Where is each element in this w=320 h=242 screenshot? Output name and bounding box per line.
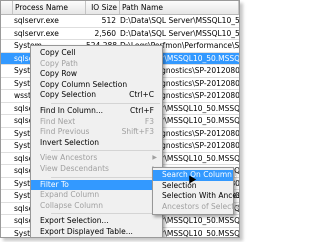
- menu-item-label: Export Displayed Table...: [40, 226, 133, 236]
- menu-item-label: Find In Column...: [40, 105, 103, 115]
- menu-item-selection-with-ancestors[interactable]: Selection With Ancestors: [153, 191, 239, 202]
- context-menu: Copy Cell Copy Path Copy Row Copy Column Se…: [30, 45, 163, 239]
- row-indicator-cell[interactable]: [1, 153, 12, 165]
- menu-item-label: Export Selection...: [40, 216, 109, 226]
- header-path-name[interactable]: Path Name: [120, 1, 239, 14]
- menu-item-copy-row[interactable]: Copy Row: [31, 69, 162, 80]
- path-name-cell[interactable]: D:\Data\SQL Server\MSSQL10_50.MSSQLSERVE: [118, 15, 239, 27]
- table-window: Process Name IO Size Path Name sqlservr.…: [0, 0, 240, 238]
- row-indicator-cell[interactable]: [1, 228, 12, 238]
- row-indicator-cell[interactable]: [1, 140, 12, 152]
- menu-item-shortcut: F3: [144, 116, 154, 126]
- menu-separator: [51, 150, 160, 152]
- row-indicator-cell[interactable]: [1, 215, 12, 227]
- row-indicator-cell[interactable]: [1, 165, 12, 177]
- row-indicator-cell[interactable]: [1, 53, 12, 65]
- row-indicator-cell[interactable]: [1, 128, 12, 140]
- menu-item-label: Find Previous: [40, 127, 90, 137]
- menu-item-copy-cell[interactable]: Copy Cell: [31, 48, 162, 59]
- menu-item-find-next[interactable]: Find Next F3: [31, 117, 162, 128]
- table-row[interactable]: sqlservr.exe 512 D:\Data\SQL Server\MSSQL1…: [1, 15, 239, 28]
- menu-item-export-selection[interactable]: Export Selection...: [31, 216, 162, 227]
- io-size-cell[interactable]: 512: [84, 15, 118, 27]
- row-indicator-cell[interactable]: [1, 178, 12, 190]
- menu-separator: [51, 176, 160, 178]
- right-arrow-icon: ▶: [152, 154, 157, 162]
- header-indicator-cell: [1, 1, 13, 14]
- row-indicator-cell[interactable]: [1, 78, 12, 90]
- menu-item-label: Copy Path: [40, 58, 78, 68]
- menu-item-filter-to[interactable]: Filter To▶: [31, 179, 162, 191]
- row-indicator-cell[interactable]: [1, 40, 12, 52]
- menu-item-shortcut: Ctrl+C: [129, 90, 154, 100]
- menu-item-ancestors-of-selection[interactable]: Ancestors of Selection: [153, 202, 239, 213]
- process-name-cell[interactable]: sqlservr.exe: [12, 15, 84, 27]
- menu-item-label: View Descendants: [40, 163, 109, 173]
- menu-item-label: Selection With Ancestors: [162, 191, 239, 201]
- table-row[interactable]: sqlservr.exe 2,560 D:\Data\SQL Server\MSSQ…: [1, 28, 239, 40]
- menu-item-copy-selection[interactable]: Copy Selection Ctrl+C: [31, 90, 162, 101]
- menu-item-selection[interactable]: Selection: [153, 181, 233, 192]
- row-indicator-cell[interactable]: [1, 90, 12, 102]
- menu-item-collapse-column[interactable]: Collapse Column: [31, 201, 162, 212]
- process-name-cell[interactable]: sqlservr.exe: [12, 28, 84, 40]
- row-indicator-cell[interactable]: [1, 103, 12, 115]
- menu-item-view-ancestors[interactable]: View Ancestors ▶: [31, 153, 162, 164]
- menu-item-view-descendants[interactable]: View Descendants▶: [31, 164, 162, 175]
- menu-item-label: View Ancestors: [40, 153, 98, 163]
- io-size-cell[interactable]: 2,560: [84, 28, 118, 40]
- menu-item-label: Copy Cell: [40, 48, 76, 57]
- menu-item-label: Find Next: [40, 116, 76, 126]
- header-process-name[interactable]: Process Name: [13, 1, 86, 14]
- menu-item-label: Ancestors of Selection: [162, 201, 240, 211]
- row-indicator-cell[interactable]: [1, 190, 12, 202]
- menu-item-label: Invert Selection: [40, 137, 99, 147]
- menu-item-shortcut: Ctrl+F: [130, 105, 154, 115]
- menu-item-label: Copy Row: [40, 69, 78, 79]
- header-io-size[interactable]: IO Size: [86, 1, 120, 14]
- grid-header: Process Name IO Size Path Name: [1, 1, 239, 15]
- menu-item-copy-path[interactable]: Copy Path: [31, 59, 162, 70]
- row-indicator-cell[interactable]: [1, 65, 12, 77]
- row-indicator-cell[interactable]: [1, 15, 12, 27]
- menu-item-shortcut: Shift+F3: [121, 127, 154, 137]
- path-name-cell[interactable]: D:\Data\SQL Server\MSSQL10_50.MSSQLSERVE: [118, 28, 239, 40]
- menu-item-invert-selection[interactable]: Invert Selection: [31, 138, 162, 149]
- menu-separator: [51, 213, 160, 215]
- row-indicator-cell[interactable]: [1, 115, 12, 127]
- menu-item-label: Filter To: [40, 179, 69, 189]
- menu-item-copy-column-selection[interactable]: Copy Column Selection: [31, 80, 162, 91]
- menu-item-label: Search On Column ...: [162, 170, 240, 179]
- menu-item-expand-column[interactable]: Expand Column: [31, 190, 162, 201]
- row-indicator-cell[interactable]: [1, 203, 12, 215]
- menu-item-label: Copy Column Selection: [40, 79, 128, 89]
- menu-item-label: Collapse Column: [40, 200, 103, 210]
- menu-separator: [51, 102, 160, 104]
- menu-item-label: Copy Selection: [40, 90, 96, 100]
- menu-item-find-previous[interactable]: Find Previous Shift+F3: [31, 127, 162, 138]
- menu-item-export-displayed-table[interactable]: Export Displayed Table...: [31, 226, 162, 237]
- menu-item-label: Expand Column: [40, 190, 100, 200]
- menu-item-export-full-table[interactable]: Export Full Table...: [31, 238, 162, 239]
- menu-item-find-in-column[interactable]: Find In Column... Ctrl+F: [31, 106, 162, 117]
- row-indicator-cell[interactable]: [1, 28, 12, 40]
- menu-item-label: Export Full Table...: [40, 238, 109, 239]
